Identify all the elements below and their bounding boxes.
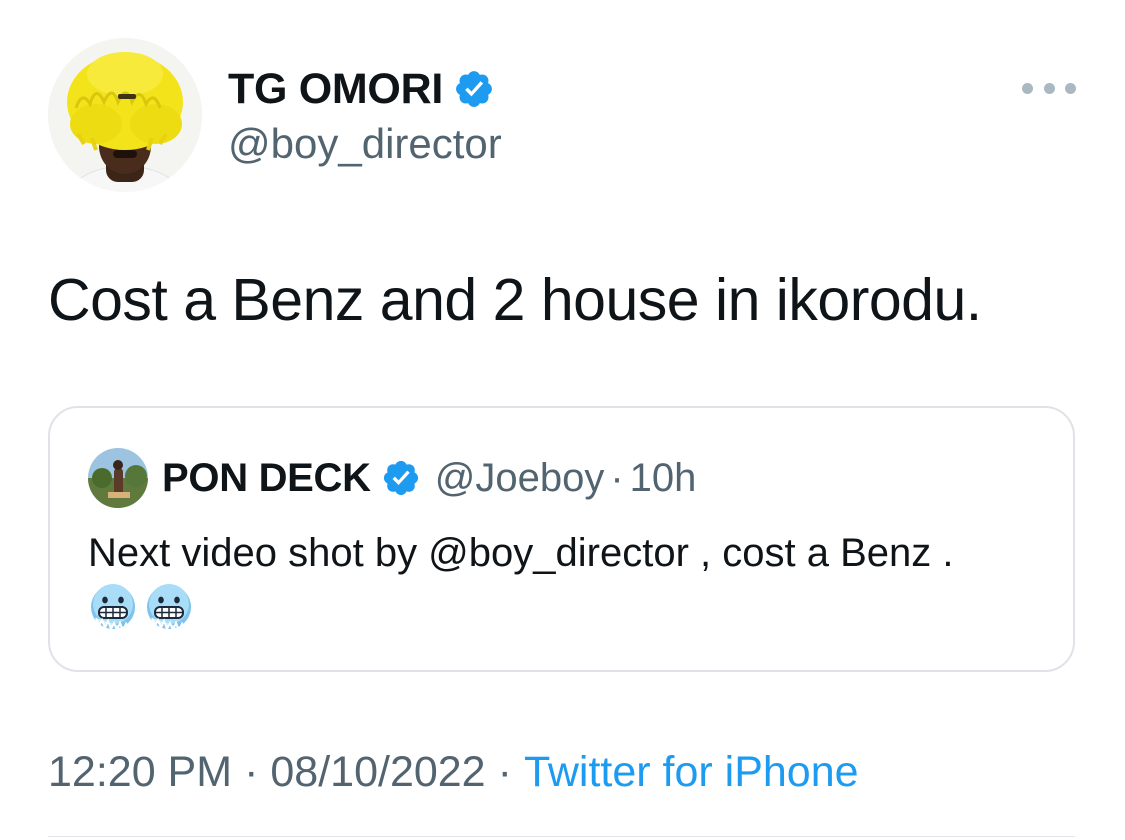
author-handle[interactable]: @boy_director xyxy=(228,120,502,168)
meta-separator-dot: · xyxy=(244,748,259,796)
author-display-name[interactable]: TG OMORI xyxy=(228,65,443,114)
tweet-time[interactable]: 12:20 PM xyxy=(48,748,232,797)
cold-face-emoji-icon xyxy=(144,582,194,632)
tweet-text: Cost a Benz and 2 house in ikorodu. xyxy=(48,267,982,333)
quoted-author-avatar-image xyxy=(88,448,148,508)
author-avatar-image xyxy=(48,38,202,192)
quoted-tweet-text-content: Next video shot by @boy_director , cost … xyxy=(88,531,954,575)
quoted-tweet-text: Next video shot by @boy_director , cost … xyxy=(88,526,988,634)
author-info[interactable]: TG OMORI @boy_director xyxy=(228,62,502,168)
author-avatar[interactable] xyxy=(48,38,202,192)
more-horizontal-icon-dot xyxy=(1022,82,1033,94)
quoted-author-avatar[interactable] xyxy=(88,448,148,508)
more-horizontal-icon-dot xyxy=(1043,82,1055,94)
tweet-date[interactable]: 08/10/2022 xyxy=(270,748,485,797)
more-options-button[interactable] xyxy=(1022,78,1076,98)
quoted-tweet-card[interactable]: PON DECK @Joeboy · 10h Next video shot b… xyxy=(48,406,1075,672)
author-name-row: TG OMORI xyxy=(228,62,502,116)
tweet-source-link[interactable]: Twitter for iPhone xyxy=(524,748,859,797)
quoted-verified-badge-icon xyxy=(381,458,421,498)
cold-face-emoji-icon xyxy=(88,582,138,632)
quoted-author-handle[interactable]: @Joeboy xyxy=(435,456,605,501)
verified-badge-icon xyxy=(453,68,495,110)
quoted-author-display-name[interactable]: PON DECK xyxy=(162,456,371,501)
footer-divider xyxy=(48,836,1075,837)
quoted-tweet-header: PON DECK @Joeboy · 10h xyxy=(88,448,696,508)
quoted-separator-dot: · xyxy=(610,455,624,500)
quoted-tweet-time[interactable]: 10h xyxy=(630,456,697,501)
tweet-meta: 12:20 PM · 08/10/2022 · Twitter for iPho… xyxy=(48,748,859,797)
meta-separator-dot: · xyxy=(497,748,512,796)
more-horizontal-icon-dot xyxy=(1065,82,1076,94)
